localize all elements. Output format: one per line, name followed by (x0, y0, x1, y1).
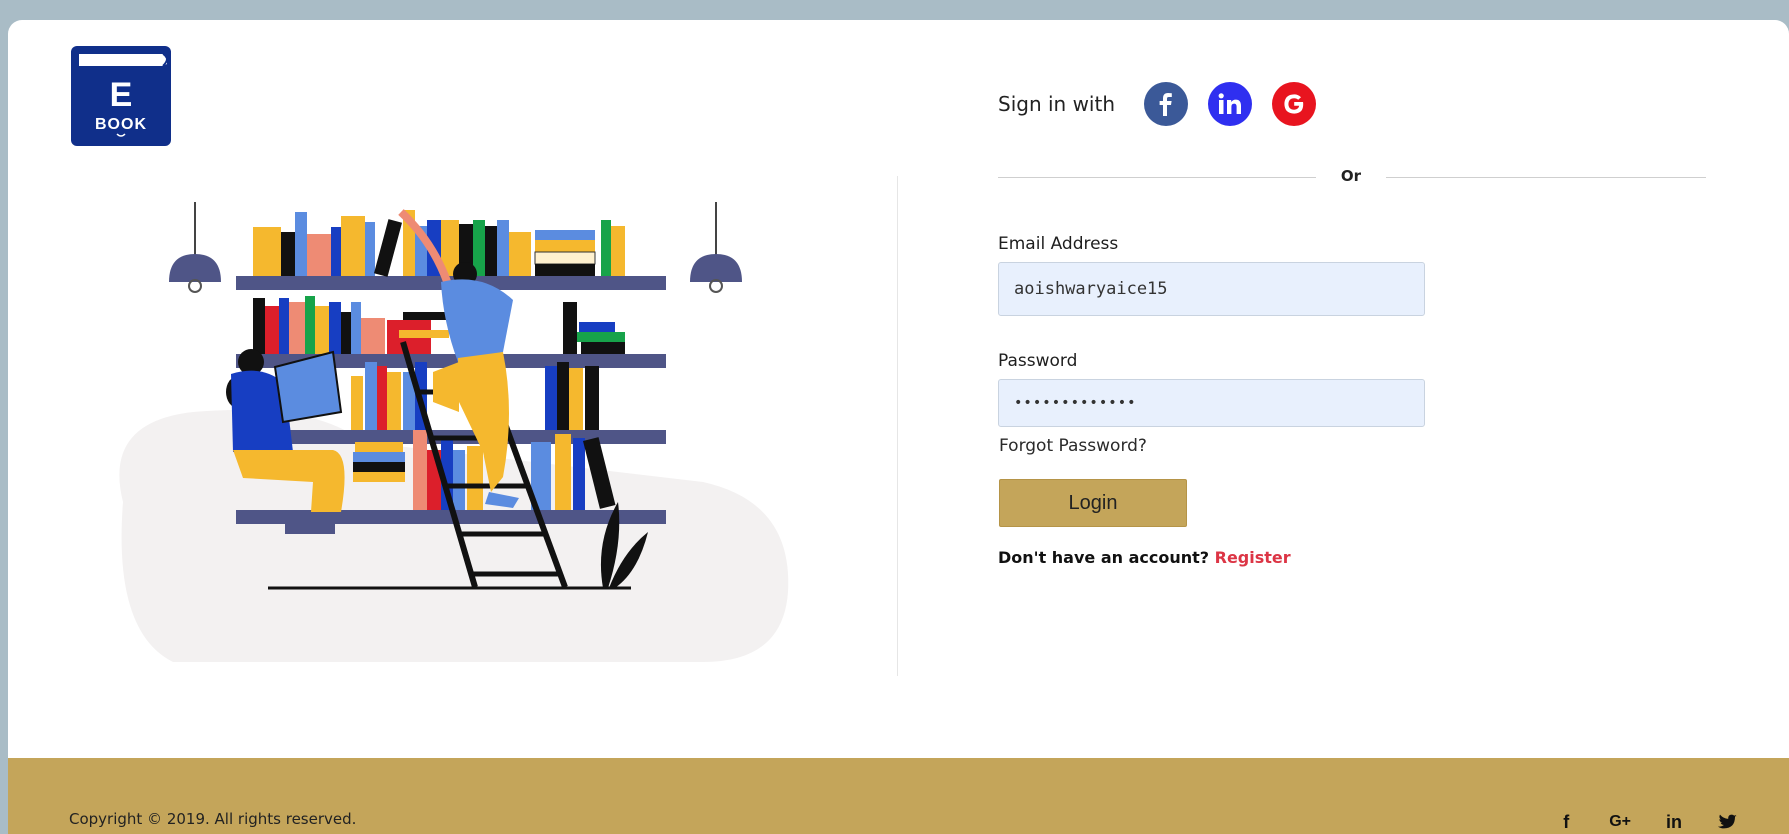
forgot-password-link[interactable]: Forgot Password? (999, 436, 1147, 456)
or-divider: Or (998, 166, 1706, 186)
facebook-signin-button[interactable] (1144, 82, 1189, 126)
logo-word: BOOK (95, 116, 147, 133)
linkedin-icon[interactable]: in (1665, 812, 1683, 832)
vertical-divider (897, 176, 898, 676)
ebook-logo[interactable]: E BOOK (71, 46, 173, 148)
email-field[interactable] (998, 262, 1425, 316)
footer: Copyright © 2019. All rights reserved. f… (8, 758, 1789, 834)
logo-letter: E (110, 76, 133, 114)
google-signin-button[interactable] (1272, 82, 1317, 126)
facebook-icon[interactable]: f (1557, 812, 1575, 832)
or-line-right (1386, 177, 1706, 178)
google-icon (1284, 94, 1304, 114)
copyright-text: Copyright © 2019. All rights reserved. (69, 810, 357, 828)
password-field[interactable]: ••••••••••••• (998, 379, 1425, 427)
linkedin-icon (1218, 93, 1242, 114)
or-line-left (998, 177, 1316, 178)
facebook-icon (1159, 93, 1172, 116)
linkedin-signin-button[interactable] (1208, 82, 1253, 126)
login-button[interactable]: Login (999, 479, 1187, 527)
google-plus-icon[interactable]: G+ (1609, 812, 1631, 832)
book-logo-icon: E BOOK (71, 46, 171, 146)
footer-social-icons: f G+ in (1523, 812, 1737, 832)
password-label: Password (998, 351, 1078, 371)
signin-label: Sign in with (998, 92, 1116, 116)
email-label: Email Address (998, 234, 1119, 254)
login-panel: Sign in with Or Email Address aoishwarya… (998, 20, 1718, 620)
login-card: E BOOK Sign in with Or Email Address aoi… (8, 20, 1789, 834)
no-account-text: Don't have an account? (998, 548, 1210, 567)
social-signin-row: Sign in with (998, 82, 1336, 126)
library-illustration (103, 202, 793, 672)
register-link[interactable]: Register (1215, 548, 1291, 567)
register-row: Don't have an account? Register (998, 548, 1291, 567)
twitter-icon[interactable] (1717, 812, 1737, 832)
or-text: Or (1340, 167, 1362, 185)
